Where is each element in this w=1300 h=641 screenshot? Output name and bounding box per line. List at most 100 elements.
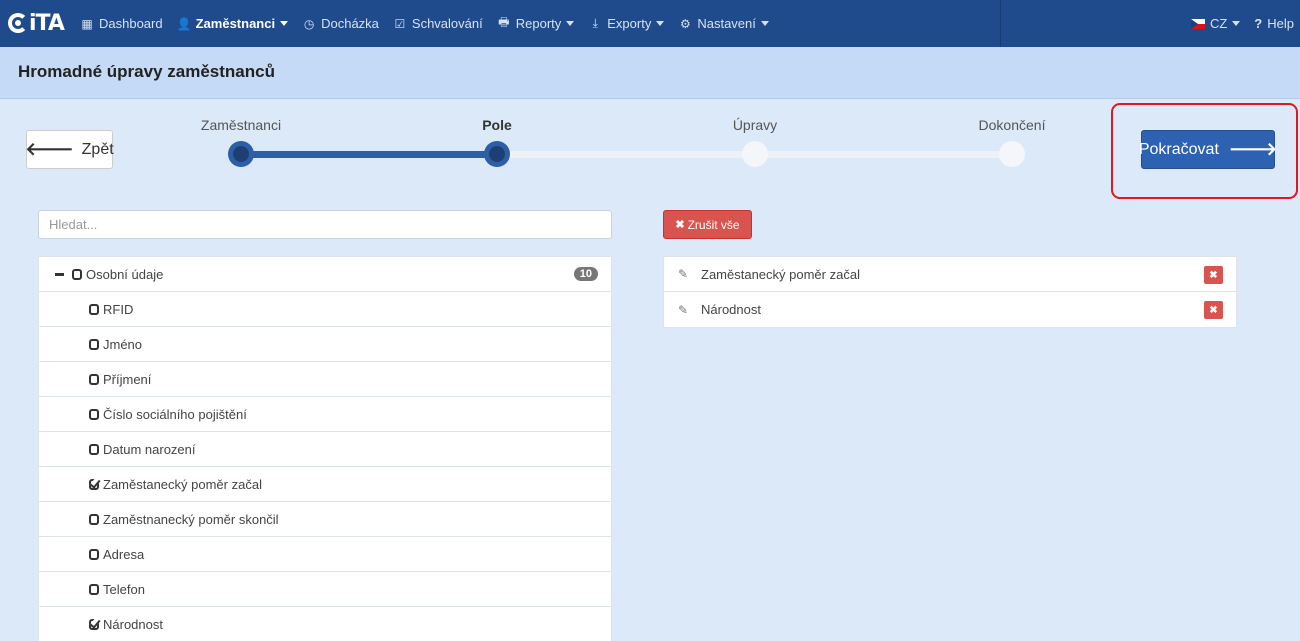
- checked-checkbox-icon[interactable]: [89, 618, 99, 630]
- tree-field-label: Zaměstanecký poměr začal: [103, 476, 262, 492]
- field-tree: Osobní údaje 10 RFID Jméno Příjmení Číslo s…: [38, 256, 612, 641]
- checkbox-icon[interactable]: [89, 513, 99, 525]
- chevron-down-icon: [656, 21, 665, 26]
- nav-item-user[interactable]: 👤 Zaměstnanci: [176, 16, 289, 31]
- tree-field-row[interactable]: Datum narození: [39, 432, 611, 467]
- field-count-badge: 10: [573, 267, 598, 281]
- nav-item-label: Nastavení: [697, 16, 756, 31]
- tree-field-label: Adresa: [103, 546, 145, 562]
- selected-fields-list: ✎ Zaměstanecký poměr začal ✖ ✎ Národnost ✖: [663, 256, 1237, 328]
- nav-item-check-square[interactable]: ☑ Schvalování: [393, 16, 483, 31]
- tree-field-row[interactable]: Zaměstanecký poměr začal: [39, 467, 611, 502]
- download-icon: ⤓: [592, 16, 598, 30]
- remove-field-button[interactable]: ✖: [1204, 301, 1223, 319]
- help-label: Help: [1267, 16, 1294, 31]
- checked-checkbox-icon[interactable]: [89, 478, 99, 490]
- nav-item-label: Schvalování: [411, 16, 483, 31]
- cancel-all-label: Zrušit vše: [687, 217, 740, 232]
- nav-item-label: Zaměstnanci: [195, 16, 276, 31]
- tree-field-label: RFID: [103, 301, 134, 317]
- chevron-down-icon: [280, 21, 289, 26]
- remove-field-button[interactable]: ✖: [1204, 266, 1223, 284]
- nav-item-label: Dashboard: [99, 16, 163, 31]
- step-label-edits: Úpravy: [732, 117, 778, 133]
- main-menu: ▦ Dashboard 👤 Zaměstnanci ◷ Docházka ☑ Schvalov…: [80, 0, 783, 47]
- edit-icon: ✎: [678, 267, 689, 281]
- check-square-icon: ☑: [394, 16, 406, 31]
- checkbox-icon[interactable]: [89, 373, 99, 385]
- close-icon: ✖: [675, 219, 685, 231]
- clock-icon: ◷: [303, 16, 315, 31]
- page-header: Hromadné úpravy zaměstnanců: [0, 47, 1300, 99]
- chevron-down-icon: [760, 21, 769, 26]
- wizard-progress-done: [240, 151, 497, 158]
- group-checkbox[interactable]: [72, 268, 82, 280]
- selected-field-label: Národnost: [701, 302, 761, 317]
- step-label-finish: Dokončení: [978, 117, 1046, 133]
- step-dot-employees[interactable]: [228, 141, 254, 167]
- nav-item-printer[interactable]: 🖶 Reporty: [497, 13, 575, 34]
- tree-field-label: Jméno: [103, 336, 143, 352]
- language-selector[interactable]: CZ: [1190, 16, 1241, 31]
- user-icon: 👤: [176, 16, 192, 31]
- checkbox-icon[interactable]: [89, 443, 99, 455]
- tree-field-label: Příjmení: [103, 371, 152, 387]
- collapse-icon[interactable]: [55, 272, 64, 276]
- tree-field-row[interactable]: Telefon: [39, 572, 611, 607]
- tree-field-label: Zaměstnanecký poměr skončil: [103, 511, 279, 527]
- nav-item-label: Docházka: [321, 16, 379, 31]
- edit-icon: ✎: [678, 302, 689, 317]
- tree-field-row[interactable]: RFID: [39, 292, 611, 327]
- step-label-fields: Pole: [482, 117, 512, 133]
- tree-field-row[interactable]: Jméno: [39, 327, 611, 362]
- tree-field-row[interactable]: Zaměstnanecký poměr skončil: [39, 502, 611, 537]
- ita-logo[interactable]: iTA: [8, 10, 65, 36]
- tree-field-label: Národnost: [103, 616, 163, 632]
- continue-button-label: Pokračovat: [1138, 140, 1219, 158]
- arrow-right-icon: 🡒: [1228, 139, 1278, 159]
- tree-field-label: Datum narození: [103, 441, 196, 457]
- gear-icon: ⚙: [679, 16, 691, 31]
- step-dot-fields[interactable]: [484, 141, 510, 167]
- printer-icon: 🖶: [498, 15, 510, 29]
- selected-field-row: ✎ Zaměstanecký poměr začal ✖: [664, 257, 1236, 292]
- step-dot-finish: [999, 141, 1025, 167]
- checkbox-icon[interactable]: [89, 338, 99, 350]
- logo-text: iTA: [29, 10, 65, 36]
- top-navbar: iTA ▦ Dashboard 👤 Zaměstnanci ◷ Docházka ☑ Schv…: [0, 0, 1300, 47]
- field-search-input[interactable]: [38, 210, 612, 239]
- back-button[interactable]: 🡐 Zpět: [25, 130, 114, 169]
- selected-field-row: ✎ Národnost ✖: [664, 292, 1236, 327]
- tree-field-row[interactable]: Národnost: [39, 607, 611, 641]
- nav-item-grid[interactable]: ▦ Dashboard: [80, 16, 163, 31]
- tree-field-row[interactable]: Číslo sociálního pojištění: [39, 397, 611, 432]
- tree-field-label: Číslo sociálního pojištění: [103, 406, 247, 422]
- nav-item-label: Reporty: [515, 16, 562, 31]
- tree-group-label: Osobní údaje: [86, 266, 164, 282]
- arrow-left-icon: 🡐: [25, 139, 74, 159]
- back-button-label: Zpět: [81, 140, 114, 158]
- checkbox-icon[interactable]: [89, 303, 99, 315]
- selected-field-label: Zaměstanecký poměr začal: [701, 266, 860, 282]
- grid-icon: ▦: [81, 16, 93, 31]
- tree-field-row[interactable]: Příjmení: [39, 362, 611, 397]
- help-link[interactable]: ? Help: [1254, 16, 1294, 31]
- question-icon: ?: [1254, 16, 1263, 31]
- cancel-all-button[interactable]: ✖ Zrušit vše: [663, 210, 752, 239]
- checkbox-icon[interactable]: [89, 548, 99, 560]
- checkbox-icon[interactable]: [89, 408, 99, 420]
- nav-item-download[interactable]: ⤓ Exporty: [588, 16, 665, 31]
- continue-button[interactable]: Pokračovat 🡒: [1138, 130, 1278, 169]
- checkbox-icon[interactable]: [89, 583, 99, 595]
- tree-field-label: Telefon: [103, 581, 145, 597]
- nav-item-clock[interactable]: ◷ Docházka: [302, 16, 379, 31]
- tree-group-personal[interactable]: Osobní údaje 10: [39, 257, 611, 292]
- step-label-employees: Zaměstnanci: [200, 117, 282, 133]
- logo-mark-icon: [8, 13, 28, 33]
- chevron-down-icon: [566, 21, 575, 26]
- nav-item-gear[interactable]: ⚙ Nastavení: [678, 16, 769, 31]
- page-title: Hromadné úpravy zaměstnanců: [18, 62, 275, 81]
- language-label: CZ: [1209, 16, 1228, 31]
- chevron-down-icon: [1232, 21, 1241, 26]
- tree-field-row[interactable]: Adresa: [39, 537, 611, 572]
